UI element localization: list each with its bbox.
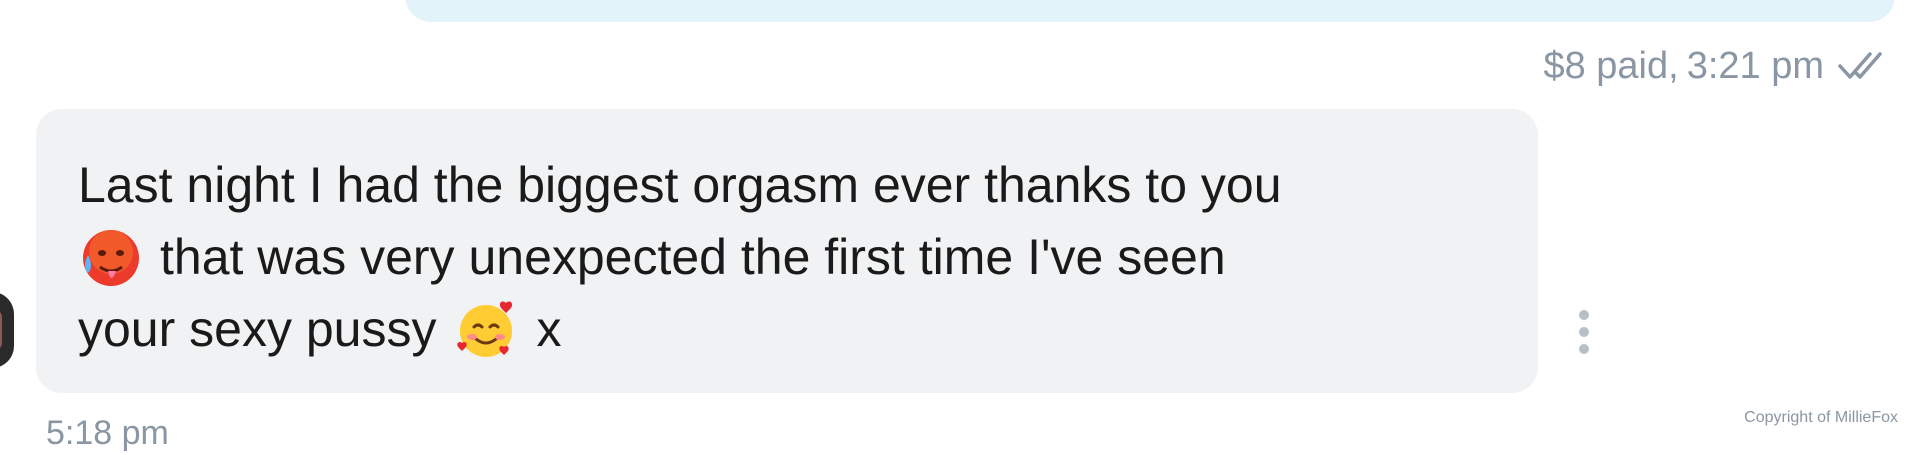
message-line-3-end: x bbox=[536, 301, 562, 357]
received-message-bubble[interactable]: Last night I had the biggest orgasm ever… bbox=[36, 109, 1538, 393]
avatar[interactable] bbox=[0, 292, 14, 368]
double-check-icon bbox=[1838, 50, 1898, 82]
sent-message-bubble[interactable] bbox=[405, 0, 1895, 22]
paid-amount: $8 paid bbox=[1543, 44, 1669, 87]
message-line-3-text: your sexy pussy bbox=[78, 301, 437, 357]
hot-face-emoji-icon bbox=[78, 225, 142, 289]
more-options-icon[interactable] bbox=[1572, 310, 1596, 354]
sent-message-meta: $8 paid , 3:21 pm bbox=[1543, 44, 1898, 88]
meta-separator: , bbox=[1668, 44, 1679, 87]
message-line-3: your sexy pussy x bbox=[78, 293, 1498, 365]
message-line-1: Last night I had the biggest orgasm ever… bbox=[78, 157, 1282, 213]
watermark: Copyright of MillieFox bbox=[1744, 409, 1898, 426]
smiling-face-with-hearts-emoji-icon bbox=[454, 297, 518, 361]
sent-time: 3:21 pm bbox=[1686, 44, 1824, 87]
message-line-2-text: that was very unexpected the first time … bbox=[160, 229, 1226, 285]
message-line-2: that was very unexpected the first time … bbox=[78, 221, 1498, 293]
received-time: 5:18 pm bbox=[46, 414, 169, 452]
